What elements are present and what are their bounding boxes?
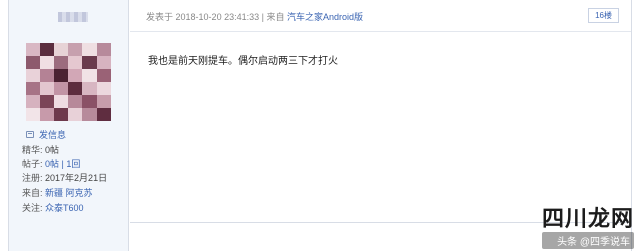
watermark-logo: 四川龙网 [541,206,634,231]
source-prefix: 来自 [266,12,285,22]
post-timestamp: 2018-10-20 23:41:33 [175,12,260,22]
stat-value-link[interactable]: 新疆 阿克苏 [45,188,93,198]
message-icon [26,131,34,138]
stat-key: 精华: [22,145,43,155]
stat-value-link[interactable]: 众泰T600 [45,203,84,213]
meta-separator: | [261,12,264,22]
watermark: 四川龙网 头条 @四季说车 [541,206,634,249]
send-message-label: 发信息 [39,130,67,140]
stat-following: 关注: 众泰T600 [22,201,84,214]
stat-key: 来自: [22,188,43,198]
floor-number-button[interactable]: 16楼 [588,8,619,23]
post-meta: 发表于 2018-10-20 23:41:33 | 来自 汽车之家Android… [146,10,363,23]
stat-value: 0帖 [45,145,60,155]
watermark-author: 头条 @四季说车 [541,232,634,249]
posted-prefix: 发表于 [146,12,174,22]
send-message-link[interactable]: 发信息 [26,128,66,141]
stat-key: 注册: [22,173,43,183]
username-blurred[interactable] [58,12,88,22]
post-content: 我也是前天刚提车。偶尔启动两三下才打火 [148,56,338,67]
stat-registered: 注册: 2017年2月21日 [22,171,107,184]
stat-key: 关注: [22,203,43,213]
stat-key: 帖子: [22,159,43,169]
post-source-link[interactable]: 汽车之家Android版 [287,12,363,22]
stat-location: 来自: 新疆 阿克苏 [22,186,93,199]
post-frame: 发信息 精华: 0帖 帖子: 0帖 | 1回 注册: 2017年2月21日 来自… [8,0,632,251]
stat-essence: 精华: 0帖 [22,143,59,156]
stat-posts: 帖子: 0帖 | 1回 [22,157,80,170]
post-header-bar: 发表于 2018-10-20 23:41:33 | 来自 汽车之家Android… [130,0,631,32]
avatar[interactable] [26,43,111,121]
user-sidebar: 发信息 精华: 0帖 帖子: 0帖 | 1回 注册: 2017年2月21日 来自… [9,0,129,251]
stat-value: 2017年2月21日 [45,173,108,183]
avatar-pixelated-image [26,43,111,121]
stat-value-link[interactable]: 0帖 | 1回 [45,159,80,169]
